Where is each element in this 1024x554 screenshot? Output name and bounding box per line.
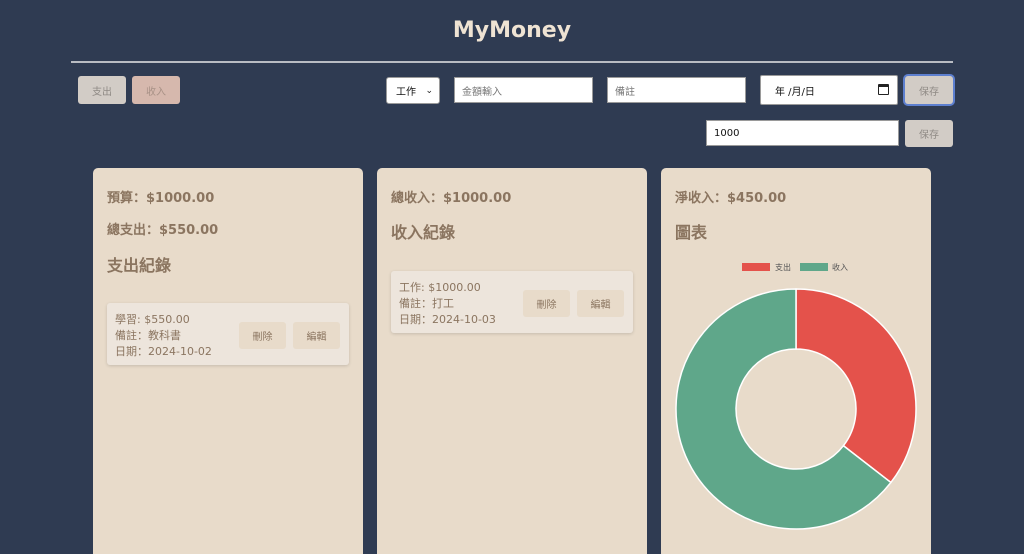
chevron-down-icon: ⌄ xyxy=(425,86,433,96)
expense-tab-button[interactable]: 支出 xyxy=(78,76,126,104)
expense-records-heading: 支出紀錄 xyxy=(107,256,172,275)
record-note: 備註：教科書 xyxy=(115,329,181,342)
record-note: 備註：打工 xyxy=(399,297,454,310)
record-date: 日期：2024-10-03 xyxy=(399,313,496,326)
date-input[interactable]: 年 /月/日 xyxy=(760,75,898,105)
legend-label-expense[interactable]: 支出 xyxy=(775,262,791,273)
slice-expense[interactable] xyxy=(795,288,917,484)
list-item: 學習: $550.00 備註：教科書 日期：2024-10-02 刪除 編輯 xyxy=(107,303,349,365)
date-input-placeholder: 年 /月/日 xyxy=(775,86,815,98)
income-records-heading: 收入紀錄 xyxy=(391,223,456,242)
legend-swatch-income[interactable] xyxy=(800,263,828,271)
income-tab-button[interactable]: 收入 xyxy=(132,76,180,104)
list-item: 工作: $1000.00 備註：打工 日期：2024-10-03 刪除 編輯 xyxy=(391,271,633,333)
net-income-amount: 淨收入：$450.00 xyxy=(675,191,787,206)
chart-panel: 淨收入：$450.00 圖表 支出 收入 xyxy=(661,168,931,554)
expense-panel: 預算：$1000.00 總支出：$550.00 支出紀錄 學習: $550.00… xyxy=(93,168,363,554)
delete-button[interactable]: 刪除 xyxy=(239,322,286,349)
total-income-amount: 總收入：$1000.00 xyxy=(391,191,512,206)
header-divider xyxy=(71,61,953,63)
save-record-button[interactable]: 保存 xyxy=(905,76,953,104)
chart-heading: 圖表 xyxy=(675,223,708,242)
donut-chart xyxy=(675,288,917,530)
budget-amount: 預算：$1000.00 xyxy=(107,191,215,206)
delete-button[interactable]: 刪除 xyxy=(523,290,570,317)
amount-input[interactable]: 金額輸入 xyxy=(454,77,593,103)
save-budget-button[interactable]: 保存 xyxy=(905,120,953,147)
income-panel: 總收入：$1000.00 收入紀錄 工作: $1000.00 備註：打工 日期：… xyxy=(377,168,647,554)
calendar-icon[interactable] xyxy=(878,84,889,95)
legend-label-income[interactable]: 收入 xyxy=(832,262,848,273)
legend-swatch-expense[interactable] xyxy=(742,263,770,271)
record-category-amount: 學習: $550.00 xyxy=(115,313,190,326)
category-select-value: 工作 xyxy=(396,87,416,98)
record-date: 日期：2024-10-02 xyxy=(115,345,212,358)
category-select[interactable]: 工作 ⌄ xyxy=(386,77,440,104)
edit-button[interactable]: 編輯 xyxy=(293,322,340,349)
total-expense-amount: 總支出：$550.00 xyxy=(107,223,219,238)
app-title: MyMoney xyxy=(452,18,572,43)
edit-button[interactable]: 編輯 xyxy=(577,290,624,317)
chart-legend: 支出 收入 xyxy=(661,262,931,274)
budget-input[interactable]: 1000 xyxy=(706,120,899,146)
note-input[interactable]: 備註 xyxy=(607,77,746,103)
record-category-amount: 工作: $1000.00 xyxy=(399,281,481,294)
